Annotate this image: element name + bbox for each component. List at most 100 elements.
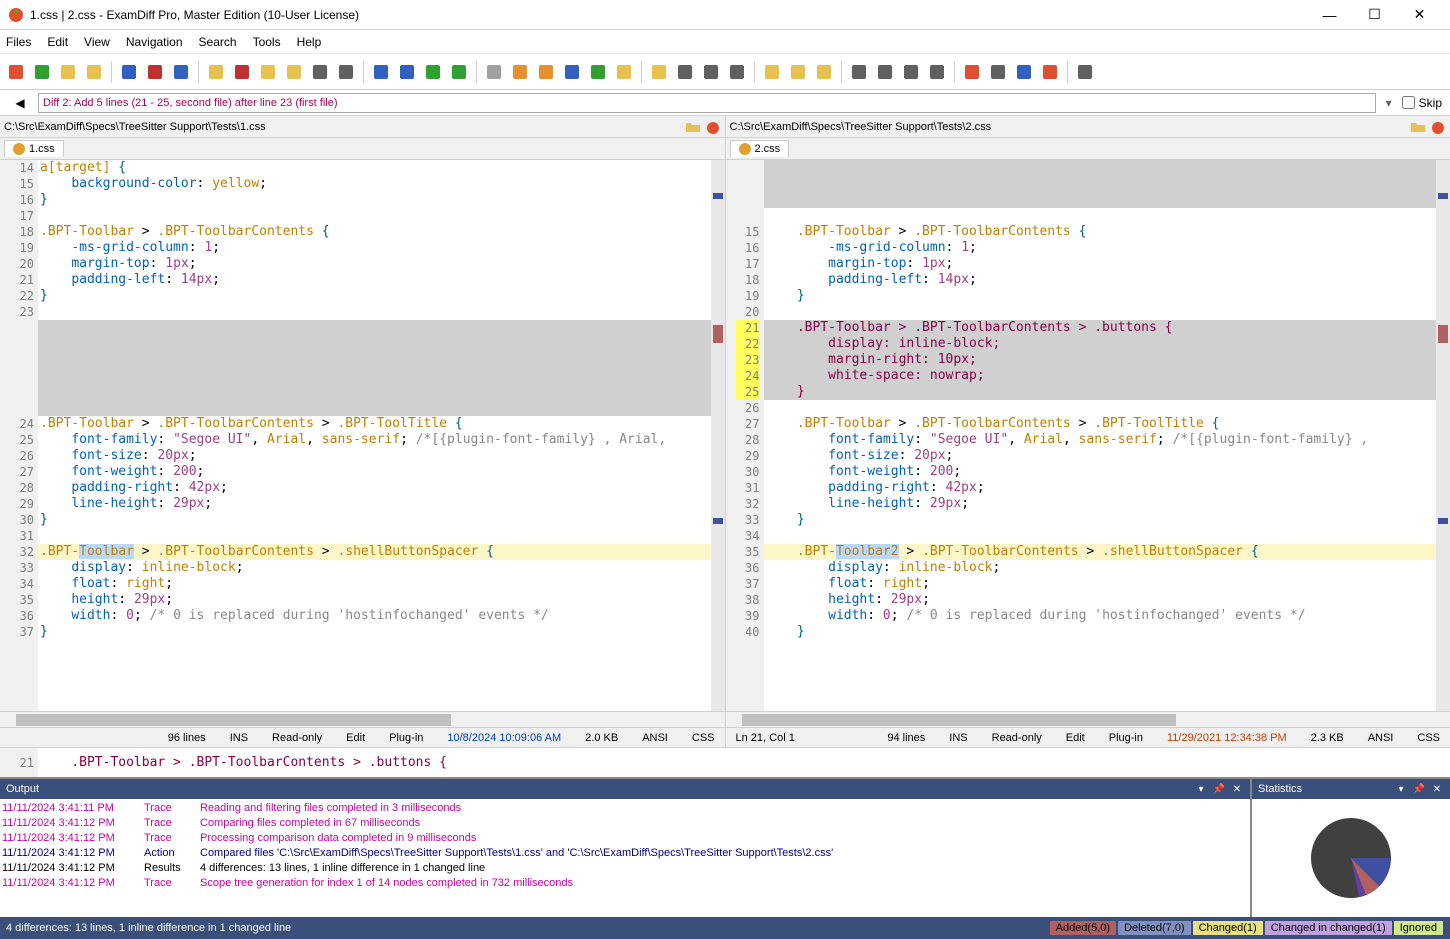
refresh-button[interactable] [30, 60, 54, 84]
code-line[interactable]: -ms-grid-column: 1; [764, 240, 1437, 256]
minimize-button[interactable]: — [1307, 1, 1352, 29]
diff-description-input[interactable] [38, 93, 1376, 113]
right-code-area[interactable]: 1516171819202122232425262728293031323334… [726, 160, 1450, 711]
code-line[interactable] [38, 400, 711, 416]
check-button[interactable] [612, 60, 636, 84]
filter1-button[interactable] [647, 60, 671, 84]
code-line[interactable]: line-height: 29px; [38, 496, 711, 512]
filter2-button[interactable] [673, 60, 697, 84]
code-line[interactable]: font-size: 20px; [38, 448, 711, 464]
code-line[interactable]: } [38, 192, 711, 208]
code-line[interactable]: .BPT-Toolbar > .BPT-ToolbarContents > .b… [764, 320, 1437, 336]
code-line[interactable]: float: right; [764, 576, 1437, 592]
dropdown-icon[interactable]: ▾ [1194, 782, 1208, 796]
down-button[interactable] [812, 60, 836, 84]
code-line[interactable] [764, 304, 1437, 320]
code-line[interactable]: padding-right: 42px; [764, 480, 1437, 496]
left-tab[interactable]: 1.css [4, 140, 64, 157]
code-line[interactable]: .BPT-Toolbar > .BPT-ToolbarContents { [38, 224, 711, 240]
output-body[interactable]: 11/11/2024 3:41:11 PMTraceReading and fi… [0, 799, 1250, 917]
code-line[interactable]: } [764, 624, 1437, 640]
code-line[interactable]: .BPT-Toolbar > .BPT-ToolbarContents > .s… [38, 544, 711, 560]
open-button[interactable] [82, 60, 106, 84]
print-button[interactable] [308, 60, 332, 84]
code-line[interactable]: height: 29px; [764, 592, 1437, 608]
code-line[interactable]: } [764, 512, 1437, 528]
code-line[interactable]: display: inline-block; [38, 560, 711, 576]
code-line[interactable]: a[target] { [38, 160, 711, 176]
code-line[interactable]: padding-left: 14px; [38, 272, 711, 288]
pin-icon[interactable]: 📌 [1412, 782, 1426, 796]
skip-checkbox[interactable]: Skip [1402, 96, 1442, 110]
code-line[interactable]: background-color: yellow; [38, 176, 711, 192]
status-chip[interactable]: Ignored [1394, 921, 1443, 935]
code-line[interactable] [764, 528, 1437, 544]
menu-navigation[interactable]: Navigation [126, 35, 183, 49]
code-line[interactable]: padding-left: 14px; [764, 272, 1437, 288]
wand1-button[interactable] [256, 60, 280, 84]
edit2-button[interactable] [230, 60, 254, 84]
code-line[interactable]: .BPT-Toolbar > .BPT-ToolbarContents > .B… [764, 416, 1437, 432]
next-button[interactable] [421, 60, 445, 84]
left-code-area[interactable]: 1415161718192021222324252627282930313233… [0, 160, 725, 711]
code-line[interactable] [38, 352, 711, 368]
code-line[interactable] [764, 400, 1437, 416]
flag-button[interactable] [1038, 60, 1062, 84]
wand2-button[interactable] [282, 60, 306, 84]
code-line[interactable]: line-height: 29px; [764, 496, 1437, 512]
skip-checkbox-input[interactable] [1402, 96, 1415, 109]
swap-button[interactable] [56, 60, 80, 84]
right-overview-map[interactable] [1436, 160, 1450, 711]
code-line[interactable] [764, 160, 1437, 176]
code-line[interactable]: } [38, 512, 711, 528]
code-line[interactable] [38, 384, 711, 400]
code-line[interactable] [38, 528, 711, 544]
filter4-button[interactable] [725, 60, 749, 84]
redo-button[interactable] [395, 60, 419, 84]
code-line[interactable]: width: 0; /* 0 is replaced during 'hosti… [764, 608, 1437, 624]
code-line[interactable] [764, 208, 1437, 224]
fruit-icon[interactable] [705, 119, 721, 135]
right-tab[interactable]: 2.css [730, 140, 790, 157]
code-line[interactable] [38, 304, 711, 320]
pin-icon[interactable]: 📌 [1212, 782, 1226, 796]
findn-button[interactable] [873, 60, 897, 84]
code-line[interactable]: display: inline-block; [764, 560, 1437, 576]
mark-button[interactable] [786, 60, 810, 84]
right-hscroll[interactable] [726, 711, 1450, 727]
pane1-button[interactable] [482, 60, 506, 84]
zoom-button[interactable] [334, 60, 358, 84]
code-line[interactable]: } [38, 624, 711, 640]
puzzle-button[interactable] [1012, 60, 1036, 84]
status-chip[interactable]: Added(5,0) [1050, 921, 1116, 935]
code-line[interactable]: margin-top: 1px; [764, 256, 1437, 272]
code-line[interactable]: font-size: 20px; [764, 448, 1437, 464]
gear-button[interactable] [1073, 60, 1097, 84]
code-line[interactable]: margin-top: 1px; [38, 256, 711, 272]
code-line[interactable]: font-family: "Segoe UI", Arial, sans-ser… [764, 432, 1437, 448]
compare-button[interactable] [4, 60, 28, 84]
dropdown-arrow-icon[interactable]: ▾ [1382, 96, 1396, 110]
hscroll-thumb[interactable] [16, 714, 451, 726]
code-line[interactable] [38, 336, 711, 352]
status-chip[interactable]: Changed in changed(1) [1265, 921, 1392, 935]
code-line[interactable] [38, 208, 711, 224]
menu-help[interactable]: Help [297, 35, 322, 49]
status-chip[interactable]: Changed(1) [1193, 921, 1263, 935]
pane2-button[interactable] [508, 60, 532, 84]
paneg-button[interactable] [560, 60, 584, 84]
code-line[interactable]: .BPT-Toolbar2 > .BPT-ToolbarContents > .… [764, 544, 1437, 560]
panev-button[interactable] [534, 60, 558, 84]
fruit-icon[interactable] [1430, 119, 1446, 135]
code-line[interactable]: font-weight: 200; [764, 464, 1437, 480]
code-line[interactable]: height: 29px; [38, 592, 711, 608]
menu-files[interactable]: Files [6, 35, 31, 49]
findp-button[interactable] [899, 60, 923, 84]
code-line[interactable] [38, 368, 711, 384]
code-line[interactable]: } [38, 288, 711, 304]
code-line[interactable]: .BPT-Toolbar > .BPT-ToolbarContents { [764, 224, 1437, 240]
menu-edit[interactable]: Edit [47, 35, 68, 49]
code-line[interactable]: font-weight: 200; [38, 464, 711, 480]
left-overview-map[interactable] [711, 160, 725, 711]
menu-search[interactable]: Search [199, 35, 237, 49]
